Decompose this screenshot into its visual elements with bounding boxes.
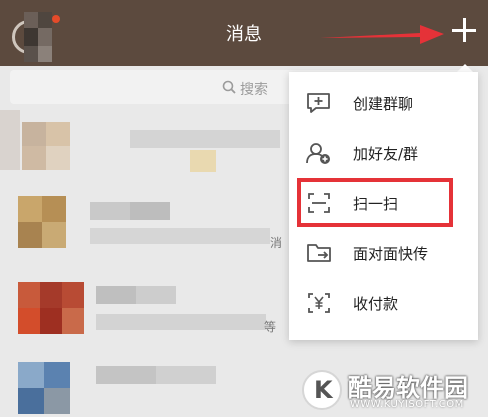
blurred-block bbox=[46, 146, 70, 170]
blurred-block bbox=[130, 130, 280, 148]
blurred-block bbox=[42, 196, 66, 222]
watermark-url: WWW.KUYISOFT.COM bbox=[350, 399, 464, 410]
blurred-block bbox=[136, 286, 176, 304]
list-text-fragment: 消 bbox=[270, 236, 283, 250]
blurred-block bbox=[42, 222, 66, 248]
menu-item-face-to-face-transfer[interactable]: 面对面快传 bbox=[289, 228, 478, 278]
blurred-block bbox=[62, 282, 84, 308]
blurred-block bbox=[90, 228, 270, 244]
menu-item-label: 加好友/群 bbox=[353, 145, 419, 163]
menu-item-add-friend[interactable]: 加好友/群 bbox=[289, 128, 478, 178]
blurred-block bbox=[90, 202, 130, 220]
blurred-block bbox=[18, 362, 44, 388]
blurred-block bbox=[18, 196, 42, 222]
blurred-block bbox=[22, 122, 46, 146]
red-arrow-annotation bbox=[320, 25, 444, 44]
folder-transfer-icon bbox=[307, 244, 331, 262]
watermark-logo: K bbox=[302, 370, 342, 410]
menu-item-label: 收付款 bbox=[353, 295, 399, 313]
search-icon bbox=[222, 80, 236, 94]
blurred-block bbox=[96, 366, 156, 384]
blurred-block bbox=[18, 388, 44, 414]
blurred-block bbox=[22, 146, 46, 170]
menu-item-create-group[interactable]: 创建群聊 bbox=[289, 78, 478, 128]
blurred-block bbox=[18, 282, 40, 308]
list-text-fragment: 等 bbox=[264, 320, 277, 334]
add-button[interactable] bbox=[448, 14, 482, 48]
blurred-block bbox=[40, 308, 62, 334]
watermark-logo-letter: K bbox=[314, 376, 333, 404]
avatar-pixel bbox=[38, 46, 52, 62]
menu-item-payment[interactable]: 收付款 bbox=[289, 278, 478, 328]
scan-highlight-box bbox=[297, 178, 453, 227]
blurred-block bbox=[44, 362, 70, 388]
avatar-pixel bbox=[24, 46, 38, 62]
blurred-block bbox=[156, 366, 216, 384]
blurred-block bbox=[96, 286, 136, 304]
menu-item-label: 面对面快传 bbox=[353, 245, 429, 263]
blurred-block bbox=[40, 282, 62, 308]
chat-plus-icon bbox=[307, 93, 330, 113]
add-friend-icon bbox=[306, 143, 330, 164]
blurred-block bbox=[18, 222, 42, 248]
menu-item-label: 创建群聊 bbox=[353, 95, 414, 113]
blurred-block bbox=[96, 314, 266, 330]
blurred-block bbox=[62, 308, 84, 334]
yuan-payment-icon bbox=[308, 293, 330, 313]
watermark-title: 酷易软件园 bbox=[348, 374, 468, 402]
blurred-block bbox=[44, 388, 70, 414]
blurred-block bbox=[0, 110, 20, 170]
blurred-block bbox=[190, 150, 216, 172]
blurred-block bbox=[130, 202, 170, 220]
blurred-block bbox=[18, 308, 40, 334]
blurred-block bbox=[46, 122, 70, 146]
search-placeholder: 搜索 bbox=[240, 82, 268, 98]
